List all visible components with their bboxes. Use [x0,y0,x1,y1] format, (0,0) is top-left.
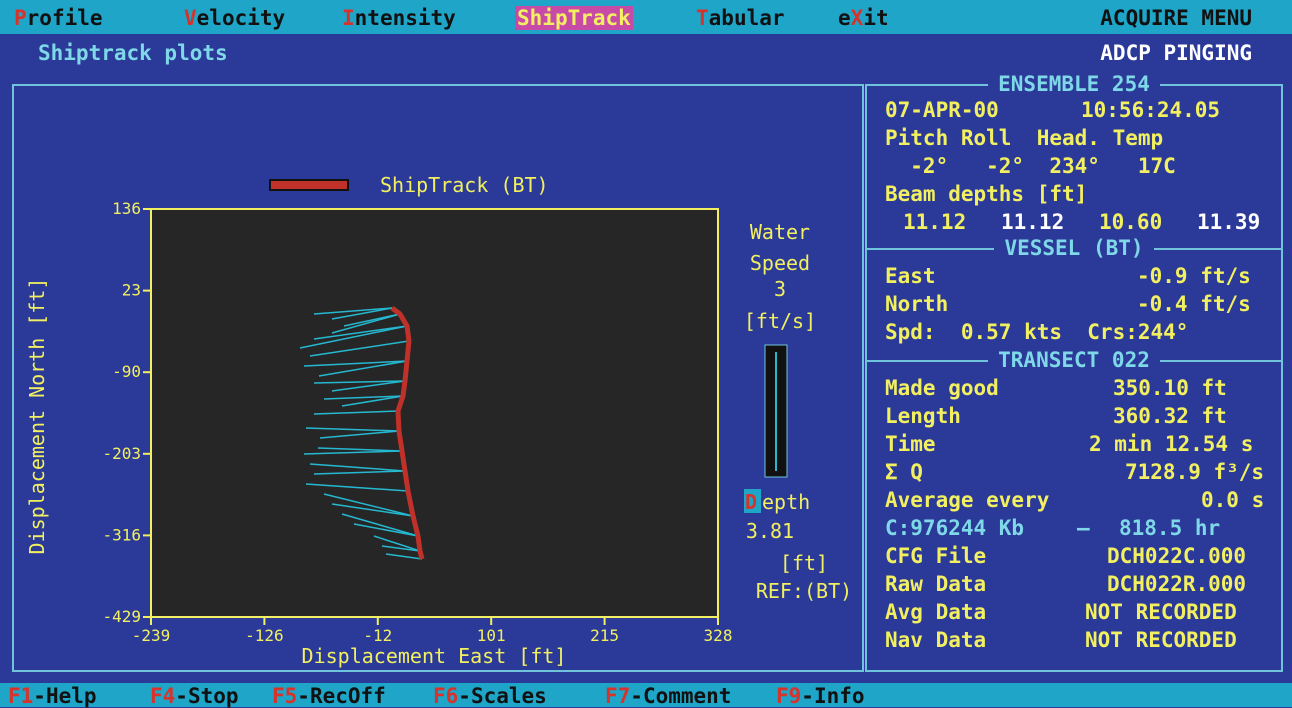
y-axis-label: Displacement North [ft] [25,278,49,555]
speed-label: Speed [750,251,810,275]
f9-info-key[interactable]: F9-Info [776,684,865,708]
disk-separator: — [1077,516,1090,540]
depth-label: epth [762,490,810,514]
length-label: Length [885,404,961,428]
ensemble-header: ENSEMBLE 254 [867,72,1281,96]
water-label: Water [750,220,810,244]
y-tick-label: -429 [102,607,141,626]
cfg-file-label: CFG File [885,544,987,568]
reference-label: REF:(BT) [756,579,852,603]
cfg-file-value: DCH022C.000 [1107,544,1247,568]
menu-intensity[interactable]: Intensity [342,6,456,30]
depth-value: 3.81 [746,519,794,543]
time-label: Time [885,432,936,456]
discharge-value: 7128.9 f³/s [1125,460,1265,484]
discharge-label: Σ Q [885,460,923,484]
disk-space: C:976244 Kb [885,516,1025,540]
x-tick-label: -126 [245,626,284,645]
average-every-value: 0.0 s [1201,488,1265,512]
ensemble-date: 07-APR-00 [885,98,999,122]
ensemble-columns: Pitch Roll Head. Temp [885,126,1164,150]
hours-remaining: 818.5 hr [1119,516,1221,540]
nav-data-value: NOT RECORDED [1085,628,1237,652]
ensemble-values: -2° -2° 234° 17C [885,154,1176,178]
depth-hotkey[interactable]: D [745,490,757,514]
made-good-value: 350.10 ft [1113,376,1227,400]
x-tick-label: 101 [477,626,506,645]
avg-data-value: NOT RECORDED [1085,600,1237,624]
f5-recoff-key[interactable]: F5-RecOff [272,684,386,708]
legend-label: ShipTrack (BT) [380,173,549,197]
time-value: 2 min 12.54 s [1089,432,1254,456]
info-panel: ENSEMBLE 254 07-APR-00 10:56:24.05 Pitch… [865,72,1283,672]
avg-data-label: Avg Data [885,600,987,624]
length-value: 360.32 ft [1113,404,1227,428]
raw-data-value: DCH022R.000 [1107,572,1247,596]
acquire-menu-title: ACQUIRE MENU [1100,6,1252,30]
y-tick-label: -316 [102,525,141,544]
y-tick-label: -90 [112,362,141,381]
water-speed-value: 3 [774,277,786,301]
f6-scales-key[interactable]: F6-Scales [433,684,547,708]
menu-velocity[interactable]: Velocity [184,6,285,30]
menu-exit[interactable]: eXit [838,6,889,30]
x-tick-label: 328 [704,626,733,645]
plot-area [150,208,719,618]
vessel-north-label: North [885,292,949,316]
f7-comment-key[interactable]: F7-Comment [605,684,731,708]
vessel-east-value: -0.9 ft/s [1137,264,1251,288]
raw-data-label: Raw Data [885,572,987,596]
pinging-status: ADCP PINGING [1100,41,1252,65]
y-tick-label: 136 [112,199,141,218]
beam-depth-3: 10.60 [1099,210,1163,234]
function-key-bar: F1-Help F4-Stop F5-RecOff F6-Scales F7-C… [0,683,1292,708]
depth-unit: [ft] [780,551,828,575]
beam-depth-4: 11.39 [1197,210,1261,234]
y-tick-label: -203 [102,444,141,463]
beam-depth-1: 11.12 [903,210,967,234]
vessel-speed-course: Spd: 0.57 kts Crs:244° [885,320,1189,344]
plot-panel: ShipTrack (BT) 136 23 -90 -203 -316 -429 -239… [12,84,864,672]
menu-profile[interactable]: Profile [14,6,103,30]
menu-tabular[interactable]: Tabular [696,6,785,30]
page-subtitle: Shiptrack plots [38,41,228,65]
menu-bar: Profile Velocity Intensity ShipTrack Tab… [0,0,1292,34]
nav-data-label: Nav Data [885,628,987,652]
vessel-north-value: -0.4 ft/s [1137,292,1251,316]
y-tick-label: 23 [122,281,141,300]
x-tick-label: -12 [363,626,392,645]
vessel-header: VESSEL (BT) [867,236,1281,260]
average-every-label: Average every [885,488,1050,512]
y-axis: 136 23 -90 -203 -316 -429 [102,199,151,626]
beam-depth-2: 11.12 [1001,210,1065,234]
shiptrack-chart: ShipTrack (BT) 136 23 -90 -203 -316 -429 -239… [25,173,852,668]
transect-header: TRANSECT 022 [867,348,1281,372]
menu-shiptrack[interactable]: ShipTrack [515,6,633,30]
x-axis: -239 -126 -12 101 215 328 [132,617,733,645]
f4-stop-key[interactable]: F4-Stop [150,684,239,708]
x-tick-label: -239 [132,626,171,645]
ensemble-time: 10:56:24.05 [1081,98,1221,122]
x-tick-label: 215 [590,626,619,645]
vessel-east-label: East [885,264,936,288]
f1-help-key[interactable]: F1-Help [8,684,97,708]
beam-depths-label: Beam depths [ft] [885,182,1088,206]
legend-swatch [269,179,349,191]
x-axis-label: Displacement East [ft] [302,644,567,668]
water-speed-unit: [ft/s] [744,309,816,333]
made-good-label: Made good [885,376,999,400]
